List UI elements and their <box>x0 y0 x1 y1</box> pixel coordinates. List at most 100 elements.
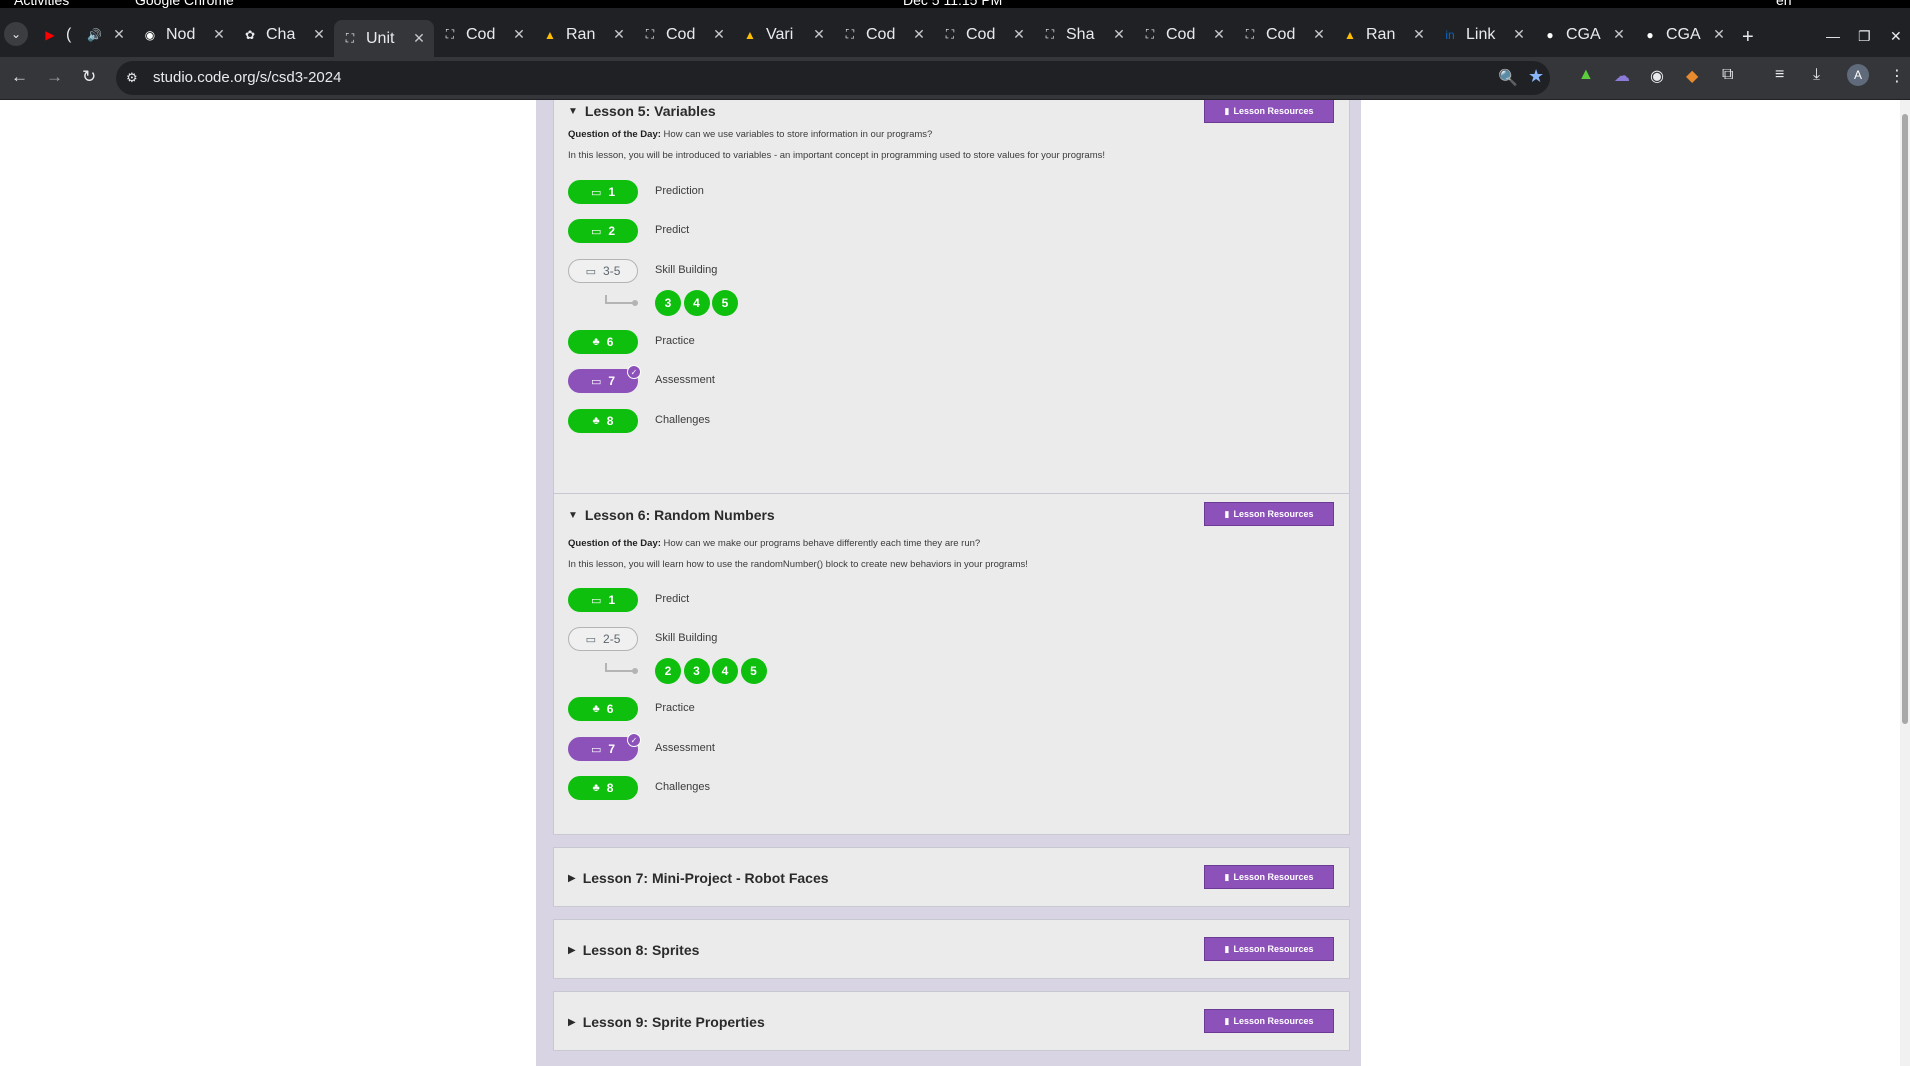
sublevel-dot[interactable]: 3 <box>655 290 681 316</box>
tab-close-icon[interactable]: ✕ <box>110 26 128 43</box>
level-bubble[interactable]: ♣ 8 <box>568 409 638 433</box>
level-bubble[interactable]: ♣ 8 <box>568 776 638 800</box>
tab-close-icon[interactable]: ✕ <box>210 26 228 43</box>
tab-close-icon[interactable]: ✕ <box>1310 26 1328 43</box>
clock[interactable]: Dec 5 11:15 PM <box>903 0 1002 8</box>
tab-audio-icon[interactable]: 🔊 <box>87 28 102 42</box>
url-text[interactable]: studio.code.org/s/csd3-2024 <box>153 69 341 86</box>
caret-right-icon[interactable]: ▶ <box>568 873 576 884</box>
browser-tab[interactable]: ⛶ Cod ✕ <box>434 20 534 49</box>
extension-chart-icon[interactable]: ▲ <box>1578 66 1594 84</box>
sublevel-dot[interactable]: 5 <box>712 290 738 316</box>
level-bubble[interactable]: ▭ 1 <box>568 588 638 612</box>
extension-circle-icon[interactable]: ◉ <box>1650 66 1664 86</box>
level-name[interactable]: Prediction <box>655 185 704 197</box>
caret-right-icon[interactable]: ▶ <box>568 1017 576 1028</box>
zoom-icon[interactable]: 🔍 <box>1498 68 1518 88</box>
level-bubble[interactable]: ▭ 3-5 <box>568 259 638 283</box>
browser-tab[interactable]: ⛶ Cod ✕ <box>934 20 1034 49</box>
caret-right-icon[interactable]: ▶ <box>568 945 576 956</box>
lesson-resources-button[interactable]: ▮ Lesson Resources <box>1204 1009 1334 1033</box>
lesson-title[interactable]: ▶ Lesson 7: Mini-Project - Robot Faces <box>568 870 829 886</box>
browser-tab[interactable]: ✿ Cha ✕ <box>234 20 334 49</box>
browser-tab[interactable]: ⛶ Cod ✕ <box>834 20 934 49</box>
tab-close-icon[interactable]: ✕ <box>410 30 428 47</box>
close-window-button[interactable]: ✕ <box>1890 28 1902 45</box>
tab-close-icon[interactable]: ✕ <box>610 26 628 43</box>
back-button[interactable]: ← <box>11 67 28 87</box>
tab-close-icon[interactable]: ✕ <box>710 26 728 43</box>
tab-close-icon[interactable]: ✕ <box>310 26 328 43</box>
level-name[interactable]: Assessment <box>655 742 715 754</box>
reload-button[interactable]: ↻ <box>82 67 96 87</box>
caret-down-icon[interactable]: ▼ <box>568 106 578 117</box>
restore-button[interactable]: ❐ <box>1858 28 1871 45</box>
tab-close-icon[interactable]: ✕ <box>1710 26 1728 43</box>
level-name[interactable]: Skill Building <box>655 632 717 644</box>
browser-tab[interactable]: in Link ✕ <box>1434 20 1534 49</box>
lesson-title[interactable]: ▼ Lesson 5: Variables <box>568 103 716 119</box>
tab-close-icon[interactable]: ✕ <box>1210 26 1228 43</box>
sublevel-dot[interactable]: 2 <box>655 658 681 684</box>
address-bar[interactable]: ⚙ studio.code.org/s/csd3-2024 🔍 ★ <box>116 61 1550 95</box>
minimize-button[interactable]: — <box>1826 28 1840 44</box>
level-name[interactable]: Skill Building <box>655 264 717 276</box>
extension-cloud-icon[interactable]: ☁ <box>1614 66 1630 86</box>
lesson-title[interactable]: ▶ Lesson 8: Sprites <box>568 942 699 958</box>
tab-close-icon[interactable]: ✕ <box>1410 26 1428 43</box>
browser-tab[interactable]: ⛶ Sha ✕ <box>1034 20 1134 49</box>
level-name[interactable]: Challenges <box>655 781 710 793</box>
browser-tab[interactable]: ● CGA ✕ <box>1534 20 1634 49</box>
tab-search-button[interactable]: ⌄ <box>4 22 28 46</box>
tab-close-icon[interactable]: ✕ <box>510 26 528 43</box>
media-queue-icon[interactable]: ≡ <box>1775 66 1784 84</box>
chrome-menu-icon[interactable]: ⋮ <box>1889 66 1905 86</box>
level-name[interactable]: Practice <box>655 702 695 714</box>
browser-tab[interactable]: ⛶ Unit ✕ <box>334 20 434 57</box>
tab-close-icon[interactable]: ✕ <box>1010 26 1028 43</box>
browser-tab[interactable]: ▲ Ran ✕ <box>1334 20 1434 49</box>
lesson-resources-button[interactable]: ▮ Lesson Resources <box>1204 502 1334 526</box>
tab-close-icon[interactable]: ✕ <box>1610 26 1628 43</box>
level-bubble[interactable]: ♣ 6 <box>568 330 638 354</box>
download-icon[interactable]: ⤓ <box>1813 66 1820 84</box>
lesson-resources-button[interactable]: ▮ Lesson Resources <box>1204 937 1334 961</box>
lesson-resources-button[interactable]: ▮ Lesson Resources <box>1204 100 1334 123</box>
forward-button[interactable]: → <box>46 67 63 87</box>
level-name[interactable]: Challenges <box>655 414 710 426</box>
sublevel-dot[interactable]: 5 <box>740 658 767 684</box>
level-bubble[interactable]: ♣ 6 <box>568 697 638 721</box>
browser-tab[interactable]: ◉ Nod ✕ <box>134 20 234 49</box>
browser-tab[interactable]: ▶ (🔊 ✕ <box>34 20 134 49</box>
page-scrollbar[interactable] <box>1900 100 1910 1066</box>
tab-close-icon[interactable]: ✕ <box>910 26 928 43</box>
sublevel-dot[interactable]: 3 <box>683 658 710 684</box>
level-name[interactable]: Practice <box>655 335 695 347</box>
site-info-icon[interactable]: ⚙ <box>126 70 138 86</box>
sublevel-dot[interactable]: 4 <box>712 658 738 684</box>
keyboard-lang[interactable]: en <box>1776 0 1792 8</box>
level-name[interactable]: Assessment <box>655 374 715 386</box>
profile-avatar[interactable]: A <box>1847 64 1869 86</box>
level-bubble[interactable]: ▭ 1 <box>568 180 638 204</box>
lesson-resources-button[interactable]: ▮ Lesson Resources <box>1204 865 1334 889</box>
level-name[interactable]: Predict <box>655 593 689 605</box>
browser-tab[interactable]: ▲ Vari ✕ <box>734 20 834 49</box>
browser-tab[interactable]: ⛶ Cod ✕ <box>1134 20 1234 49</box>
caret-down-icon[interactable]: ▼ <box>568 510 578 521</box>
tab-close-icon[interactable]: ✕ <box>1110 26 1128 43</box>
level-bubble[interactable]: ▭ 2 <box>568 219 638 243</box>
extensions-puzzle-icon[interactable]: ⧉ <box>1722 66 1733 84</box>
bookmark-star-icon[interactable]: ★ <box>1528 66 1544 87</box>
browser-tab[interactable]: ● CGA ✕ <box>1634 20 1734 49</box>
browser-tab[interactable]: ▲ Ran ✕ <box>534 20 634 49</box>
tab-close-icon[interactable]: ✕ <box>810 26 828 43</box>
browser-tab[interactable]: ⛶ Cod ✕ <box>634 20 734 49</box>
level-bubble[interactable]: ▭ 2-5 <box>568 627 638 651</box>
sublevel-dot[interactable]: 4 <box>683 290 710 316</box>
level-name[interactable]: Predict <box>655 224 689 236</box>
extension-fox-icon[interactable]: ◆ <box>1686 66 1698 86</box>
tab-close-icon[interactable]: ✕ <box>1510 26 1528 43</box>
lesson-title[interactable]: ▼ Lesson 6: Random Numbers <box>568 507 775 523</box>
level-bubble[interactable]: ▭ 7 ✓ <box>568 365 641 393</box>
